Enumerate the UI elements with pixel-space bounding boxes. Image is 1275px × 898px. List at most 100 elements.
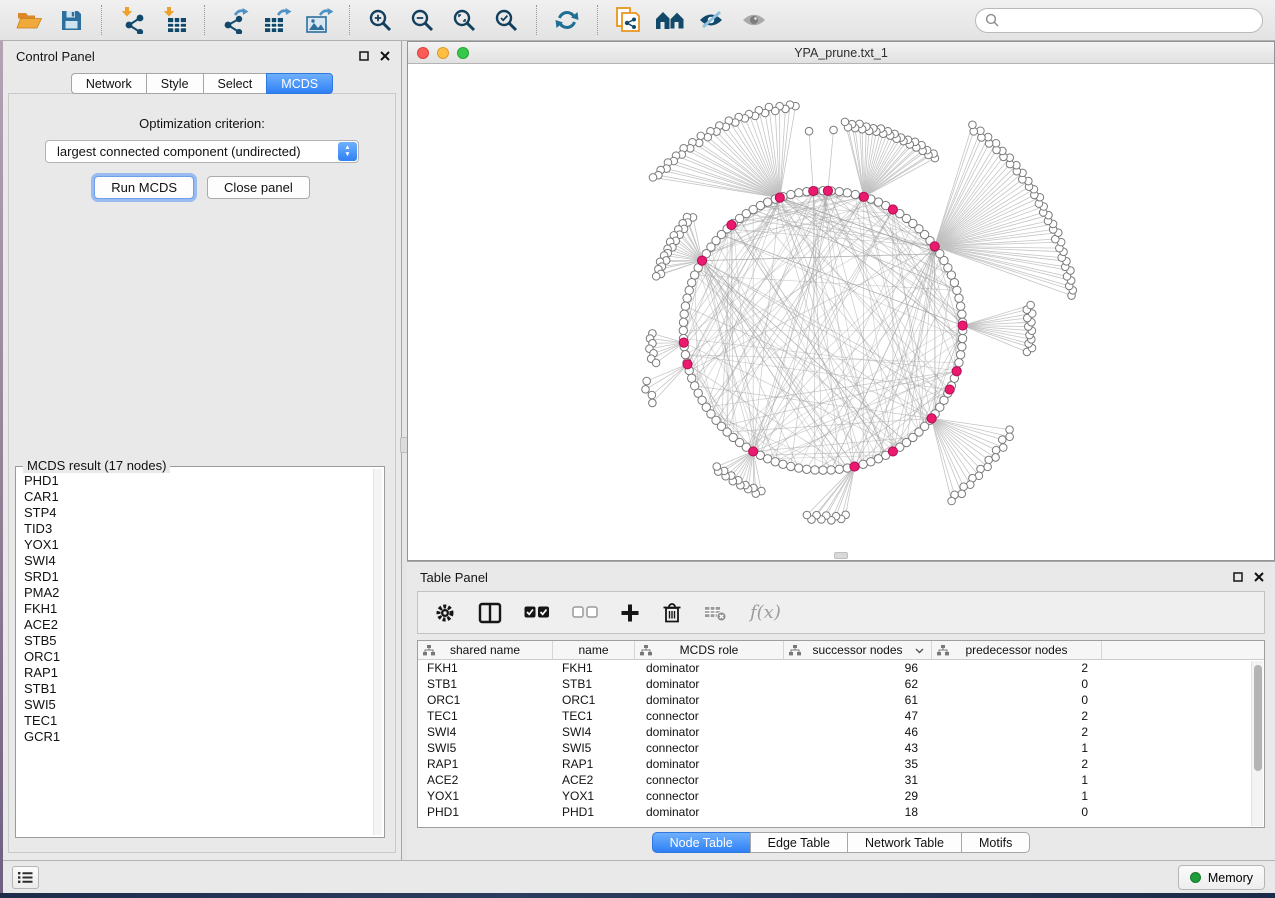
hide-selected-button[interactable] [695,3,729,37]
export-network-button[interactable] [218,3,252,37]
search-input[interactable] [1005,13,1253,28]
mcds-result-item[interactable]: TEC1 [24,713,372,729]
table-row[interactable]: STB1STB1dominator620 [418,676,1264,692]
mcds-list-scrollbar[interactable] [373,469,382,835]
optimization-criterion-label: Optimization criterion: [9,116,395,131]
mcds-result-item[interactable]: CAR1 [24,489,372,505]
node-table: shared namenameMCDS rolesuccessor nodesp… [417,640,1265,828]
mcds-result-item[interactable]: SRD1 [24,569,372,585]
mcds-result-item[interactable]: ACE2 [24,617,372,633]
tab-motifs[interactable]: Motifs [961,832,1030,853]
delete-table-button[interactable] [704,598,728,628]
mcds-result-item[interactable]: GCR1 [24,729,372,745]
mcds-result-item[interactable]: STP4 [24,505,372,521]
tab-mcds[interactable]: MCDS [266,73,333,94]
run-mcds-button[interactable]: Run MCDS [94,176,194,199]
mcds-result-item[interactable]: RAP1 [24,665,372,681]
table-row[interactable]: FKH1FKH1dominator962 [418,660,1264,676]
close-panel-button[interactable]: Close panel [207,176,310,199]
export-image-button[interactable] [302,3,336,37]
column-type-icon [789,645,801,656]
cell-predecessor-nodes: 1 [932,773,1102,787]
mcds-result-item[interactable]: PMA2 [24,585,372,601]
save-session-button[interactable] [54,3,88,37]
export-table-icon [262,7,292,34]
column-header-name[interactable]: name [553,641,635,659]
minimize-window-icon[interactable] [437,47,449,59]
close-window-icon[interactable] [417,47,429,59]
refresh-view-button[interactable] [550,3,584,37]
tab-network[interactable]: Network [71,73,146,94]
tab-style[interactable]: Style [146,73,203,94]
tab-select[interactable]: Select [203,73,267,94]
open-file-button[interactable] [12,3,46,37]
table-row[interactable]: YOX1YOX1connector291 [418,788,1264,804]
cell-MCDS-role: connector [635,773,784,787]
zoom-in-button[interactable] [363,3,397,37]
import-table-button[interactable] [157,3,191,37]
function-builder-icon[interactable]: f(x) [750,602,781,623]
mcds-result-item[interactable]: STB1 [24,681,372,697]
delete-column-button[interactable] [662,598,682,628]
column-header-MCDS-role[interactable]: MCDS role [635,641,784,659]
table-scrollbar-thumb[interactable] [1254,665,1262,771]
table-row[interactable]: ORC1ORC1dominator610 [418,692,1264,708]
close-panel-icon[interactable] [1254,572,1264,582]
mcds-result-list[interactable]: PHD1CAR1STP4TID3YOX1SWI4SRD1PMA2FKH1ACE2… [18,470,372,835]
show-columns-button[interactable] [478,598,502,628]
mcds-result-item[interactable]: PHD1 [24,473,372,489]
zoom-out-button[interactable] [405,3,439,37]
mcds-result-item[interactable]: ORC1 [24,649,372,665]
mcds-result-item[interactable]: FKH1 [24,601,372,617]
tab-network-table[interactable]: Network Table [847,832,961,853]
show-all-button[interactable] [737,3,771,37]
column-header-predecessor-nodes[interactable]: predecessor nodes [932,641,1102,659]
memory-status-icon [1190,872,1201,883]
mcds-result-item[interactable]: TID3 [24,521,372,537]
task-history-button[interactable] [12,866,39,889]
clone-network-button[interactable] [611,3,645,37]
maximize-window-icon[interactable] [457,47,469,59]
search-box[interactable] [975,8,1263,33]
leaf-nodes[interactable] [642,101,1077,524]
table-row[interactable]: SWI5SWI5connector431 [418,740,1264,756]
mcds-result-item[interactable]: SWI4 [24,553,372,569]
tab-node-table[interactable]: Node Table [652,832,750,853]
deselect-all-icon [572,606,598,619]
table-row[interactable]: RAP1RAP1dominator352 [418,756,1264,772]
tab-edge-table[interactable]: Edge Table [750,832,847,853]
network-canvas[interactable] [408,64,1274,560]
float-panel-icon[interactable] [359,51,369,61]
table-scrollbar[interactable] [1251,661,1263,826]
table-row[interactable]: PHD1PHD1dominator180 [418,804,1264,820]
first-neighbors-button[interactable] [653,3,687,37]
mcds-result-item[interactable]: YOX1 [24,537,372,553]
table-row[interactable]: SWI4SWI4dominator462 [418,724,1264,740]
column-header-shared-name[interactable]: shared name [418,641,553,659]
table-row[interactable]: ACE2ACE2connector311 [418,772,1264,788]
network-graph[interactable] [408,64,1274,560]
mcds-result-item[interactable]: SWI5 [24,697,372,713]
mcds-result-item[interactable]: STB5 [24,633,372,649]
column-header-successor-nodes[interactable]: successor nodes [784,641,932,659]
toolbar-separator [597,5,598,35]
zoom-fit-button[interactable] [447,3,481,37]
network-titlebar[interactable]: YPA_prune.txt_1 [408,42,1274,64]
table-settings-button[interactable] [434,598,456,628]
zoom-selected-button[interactable] [489,3,523,37]
deselect-all-button[interactable] [572,598,598,628]
memory-button[interactable]: Memory [1178,865,1265,890]
float-panel-icon[interactable] [1233,572,1243,582]
close-panel-icon[interactable] [380,51,390,61]
zoom-selected-icon [494,8,519,33]
criterion-dropdown[interactable]: largest connected component (undirected)… [45,140,359,163]
task-list-icon [18,871,33,884]
horizontal-splitter-grip[interactable] [834,552,848,559]
add-column-button[interactable] [620,598,640,628]
table-row[interactable]: TEC1TEC1connector472 [418,708,1264,724]
export-table-button[interactable] [260,3,294,37]
import-network-button[interactable] [115,3,149,37]
cell-name: TEC1 [553,709,635,723]
select-all-button[interactable] [524,598,550,628]
cell-MCDS-role: dominator [635,677,784,691]
